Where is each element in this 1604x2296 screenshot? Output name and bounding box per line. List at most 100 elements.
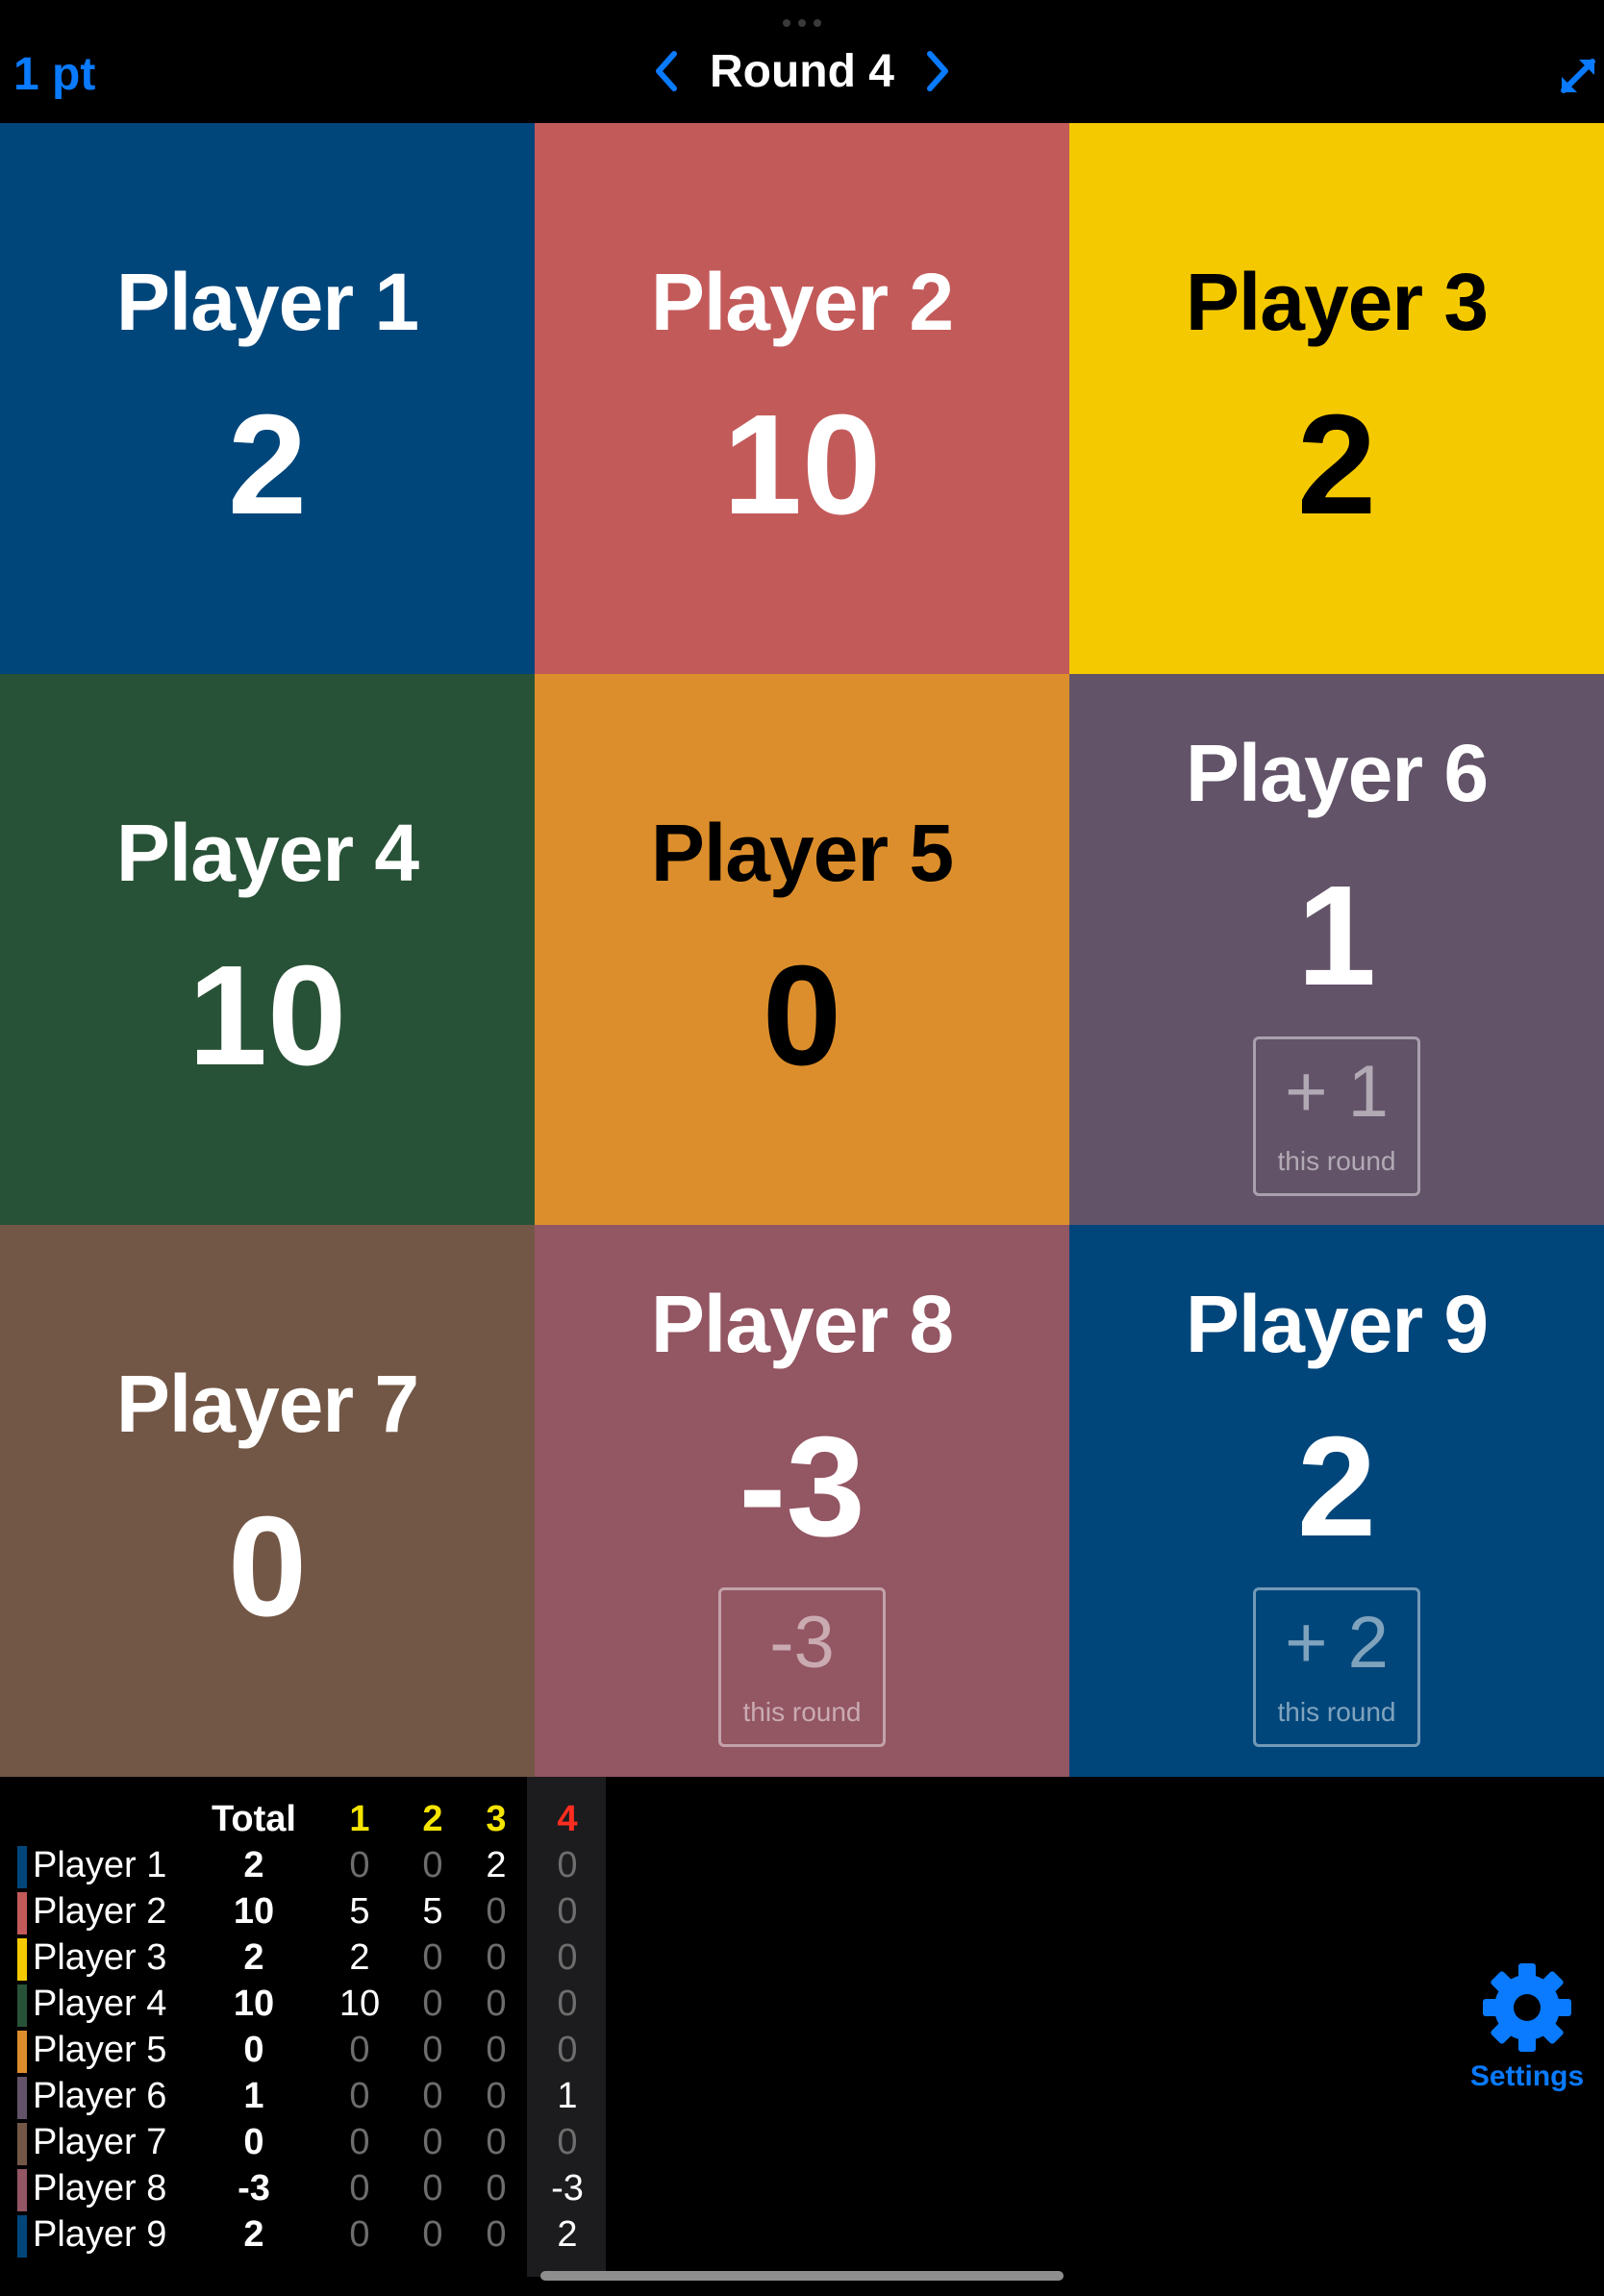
- row-round-2: 0: [422, 2168, 443, 2209]
- row-round-3: 0: [486, 2214, 507, 2255]
- row-player-name: Player 7: [33, 2122, 167, 2162]
- row-round-4: 0: [557, 1984, 578, 2024]
- row-round-2: 0: [422, 1937, 443, 1978]
- player-tile[interactable]: Player 7 0: [0, 1225, 535, 1777]
- row-round-2: 0: [422, 2030, 443, 2070]
- row-player-name: Player 4: [33, 1984, 167, 2024]
- row-total: 10: [233, 1984, 275, 2024]
- row-round-3: 2: [486, 1845, 507, 1885]
- row-player-name: Player 1: [33, 1845, 167, 1885]
- header-total: Total: [212, 1799, 296, 1839]
- gear-icon: [1483, 1963, 1571, 2052]
- row-round-1: 2: [349, 1937, 370, 1978]
- player-score: 0: [227, 1487, 308, 1646]
- fullscreen-button[interactable]: [1556, 54, 1600, 98]
- round-delta-value: + 1: [1285, 1050, 1389, 1133]
- table-row: Player 3 2 2 0 0 0: [0, 1934, 615, 1981]
- row-round-4: 1: [557, 2076, 578, 2116]
- row-total: 2: [243, 2214, 264, 2255]
- row-player-name: Player 3: [33, 1937, 167, 1978]
- header-round-2[interactable]: 2: [402, 1796, 464, 1842]
- player-color-swatch: [17, 2215, 27, 2258]
- row-round-4: 0: [557, 2030, 578, 2070]
- player-tile[interactable]: Player 4 10: [0, 674, 535, 1225]
- previous-round-button[interactable]: [646, 44, 685, 98]
- table-row: Player 6 1 0 0 0 1: [0, 2073, 615, 2119]
- player-score: 2: [227, 385, 308, 544]
- round-delta-box: + 1 this round: [1253, 1036, 1420, 1196]
- row-round-1: 0: [349, 2122, 370, 2162]
- header-round-3[interactable]: 3: [465, 1796, 527, 1842]
- row-player-name: Player 6: [33, 2076, 167, 2116]
- row-total: 10: [233, 1891, 275, 1932]
- player-score: 2: [1296, 1408, 1377, 1566]
- row-player-name: Player 9: [33, 2214, 167, 2255]
- row-round-2: 0: [422, 1845, 443, 1885]
- player-color-swatch: [17, 1938, 27, 1981]
- player-color-swatch: [17, 2031, 27, 2073]
- player-score: 1: [1296, 856, 1377, 1015]
- table-row: Player 4 10 10 0 0 0: [0, 1981, 615, 2027]
- next-round-button[interactable]: [919, 44, 958, 98]
- row-round-1: 10: [338, 1984, 381, 2024]
- home-indicator[interactable]: [540, 2271, 1064, 2281]
- player-tile[interactable]: Player 3 2: [1069, 123, 1604, 674]
- table-row: Player 7 0 0 0 0 0: [0, 2119, 615, 2165]
- row-player-name: Player 8: [33, 2168, 167, 2209]
- player-color-swatch: [17, 2077, 27, 2119]
- row-total: 2: [243, 1845, 264, 1885]
- row-round-3: 0: [486, 1891, 507, 1932]
- row-round-2: 0: [422, 1984, 443, 2024]
- player-score: 10: [722, 385, 882, 544]
- player-color-swatch: [17, 1846, 27, 1888]
- player-tile[interactable]: Player 9 2 + 2 this round: [1069, 1225, 1604, 1777]
- table-row: Player 2 10 5 5 0 0: [0, 1888, 615, 1934]
- row-round-4: 2: [557, 2214, 578, 2255]
- player-score: -3: [739, 1408, 865, 1566]
- header-round-4[interactable]: 4: [531, 1796, 604, 1842]
- row-total: 2: [243, 1937, 264, 1978]
- player-tile[interactable]: Player 8 -3 -3 this round: [535, 1225, 1069, 1777]
- player-score: 2: [1296, 385, 1377, 544]
- player-tile[interactable]: Player 1 2: [0, 123, 535, 674]
- row-round-1: 0: [349, 2214, 370, 2255]
- settings-label: Settings: [1469, 2060, 1585, 2092]
- row-round-3: 0: [486, 2030, 507, 2070]
- round-delta-box: + 2 this round: [1253, 1587, 1420, 1747]
- row-total: -3: [238, 2168, 270, 2209]
- row-total: 0: [243, 2122, 264, 2162]
- player-name: Player 5: [650, 807, 954, 898]
- round-delta-label: this round: [1277, 1697, 1396, 1727]
- player-tile[interactable]: Player 6 1 + 1 this round: [1069, 674, 1604, 1225]
- player-name: Player 6: [1185, 727, 1489, 818]
- chevron-left-icon: [656, 51, 677, 91]
- scoreboard-header-row: Total 1 2 3 4: [0, 1796, 615, 1842]
- round-delta-box: -3 this round: [718, 1587, 886, 1747]
- window-grabber[interactable]: [783, 19, 821, 27]
- row-round-1: 5: [349, 1891, 370, 1932]
- round-delta-label: this round: [1277, 1145, 1396, 1176]
- player-color-swatch: [17, 2123, 27, 2165]
- row-round-3: 0: [486, 1937, 507, 1978]
- player-color-swatch: [17, 1892, 27, 1934]
- row-round-1: 0: [349, 2030, 370, 2070]
- scoreboard-table: Total 1 2 3 4 Player 1 2 0 0 2 0 Player …: [0, 1777, 635, 2296]
- row-round-2: 0: [422, 2122, 443, 2162]
- player-tile[interactable]: Player 5 0: [535, 674, 1069, 1225]
- table-row: Player 8 -3 0 0 0 -3: [0, 2165, 615, 2211]
- settings-button[interactable]: Settings: [1462, 1961, 1592, 2093]
- row-round-4: 0: [557, 1937, 578, 1978]
- player-score: 0: [762, 936, 842, 1095]
- row-round-4: 0: [557, 2122, 578, 2162]
- player-tile[interactable]: Player 2 10: [535, 123, 1069, 674]
- row-player-name: Player 2: [33, 1891, 167, 1932]
- table-row: Player 1 2 0 0 2 0: [0, 1842, 615, 1888]
- row-round-1: 0: [349, 1845, 370, 1885]
- row-total: 1: [243, 2076, 264, 2116]
- top-bar: 1 pt Round 4: [0, 0, 1604, 123]
- row-round-4: 0: [557, 1891, 578, 1932]
- player-name: Player 8: [650, 1279, 954, 1369]
- round-delta-value: + 2: [1285, 1602, 1389, 1684]
- header-round-1[interactable]: 1: [329, 1796, 390, 1842]
- round-navigator: Round 4: [0, 44, 1604, 98]
